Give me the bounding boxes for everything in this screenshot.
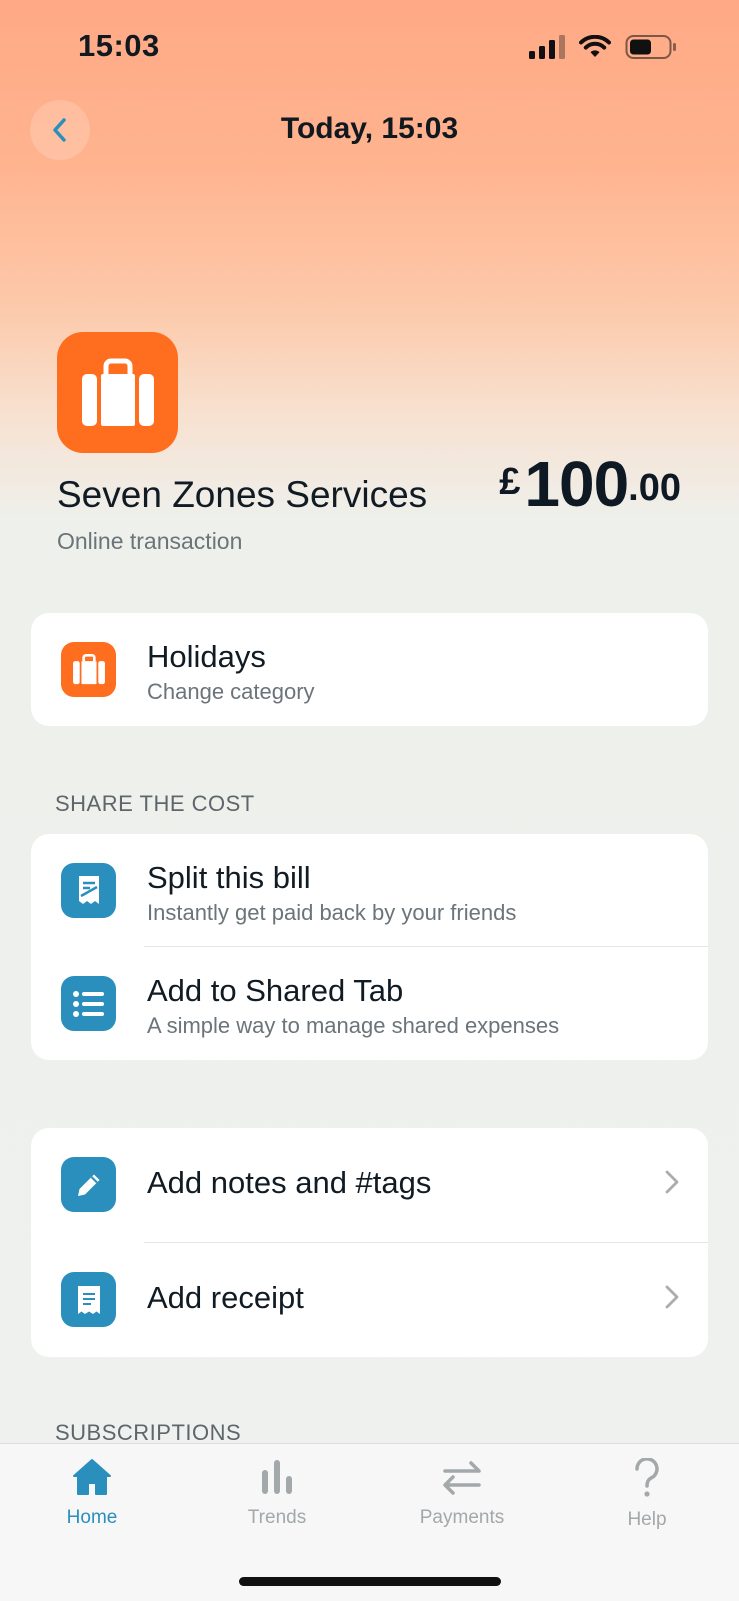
wifi-icon [579,35,611,57]
split-bill-row[interactable]: Split this bill Instantly get paid back … [31,834,708,947]
home-indicator[interactable] [239,1577,501,1586]
category-card[interactable]: Holidays Change category [31,613,708,726]
share-section-label: SHARE THE COST [55,791,255,816]
status-icons [529,34,677,60]
tab-payments[interactable]: Payments [392,1458,532,1529]
shared-tab-subtitle: A simple way to manage shared expenses [147,1013,560,1038]
tab-home[interactable]: Home [22,1458,162,1529]
add-receipt-row[interactable]: Add receipt [31,1243,708,1356]
transaction-type: Online transaction [57,528,243,554]
category-subtitle: Change category [147,679,315,704]
shared-tab-row[interactable]: Add to Shared Tab A simple way to manage… [31,947,708,1060]
status-time: 15:03 [78,28,160,63]
battery-icon [625,35,676,59]
category-title: Holidays [147,639,266,674]
chevron-right-icon [665,1170,679,1194]
split-bill-subtitle: Instantly get paid back by your friends [147,900,517,925]
tab-help[interactable]: Help [577,1457,717,1531]
share-card: Split this bill Instantly get paid back … [31,834,708,1060]
tab-trends[interactable]: Trends [207,1458,347,1529]
home-icon [73,1459,111,1495]
chevron-right-icon [665,1285,679,1309]
add-notes-label: Add notes and #tags [147,1165,432,1200]
actions-card: Add notes and #tags Add receipt [31,1128,708,1357]
transaction-amount: £ 100 .00 [499,452,681,516]
amount-major: 100 [524,448,629,520]
page-title: Today, 15:03 [280,112,459,145]
add-notes-row[interactable]: Add notes and #tags [31,1128,708,1241]
signal-icon [529,35,565,59]
shared-tab-title: Add to Shared Tab [147,973,404,1008]
list-icon [61,976,116,1031]
tab-trends-label: Trends [247,1507,307,1528]
tab-help-label: Help [627,1509,667,1530]
bar-chart-icon [262,1460,292,1494]
suitcase-icon [81,358,154,426]
split-bill-icon [61,863,116,918]
question-mark-icon [635,1457,659,1497]
category-icon [61,642,116,697]
pencil-icon [61,1157,116,1212]
tab-home-label: Home [66,1507,118,1528]
category-row[interactable]: Holidays Change category [31,613,708,726]
transfer-arrows-icon [443,1461,481,1495]
tab-payments-label: Payments [419,1507,505,1528]
split-bill-title: Split this bill [147,860,311,895]
amount-currency: £ [499,461,521,503]
merchant-logo [57,332,178,453]
amount-minor: .00 [628,467,681,509]
receipt-icon [61,1272,116,1327]
merchant-name: Seven Zones Services [57,474,428,515]
suitcase-icon [72,654,105,685]
add-receipt-label: Add receipt [147,1280,304,1315]
